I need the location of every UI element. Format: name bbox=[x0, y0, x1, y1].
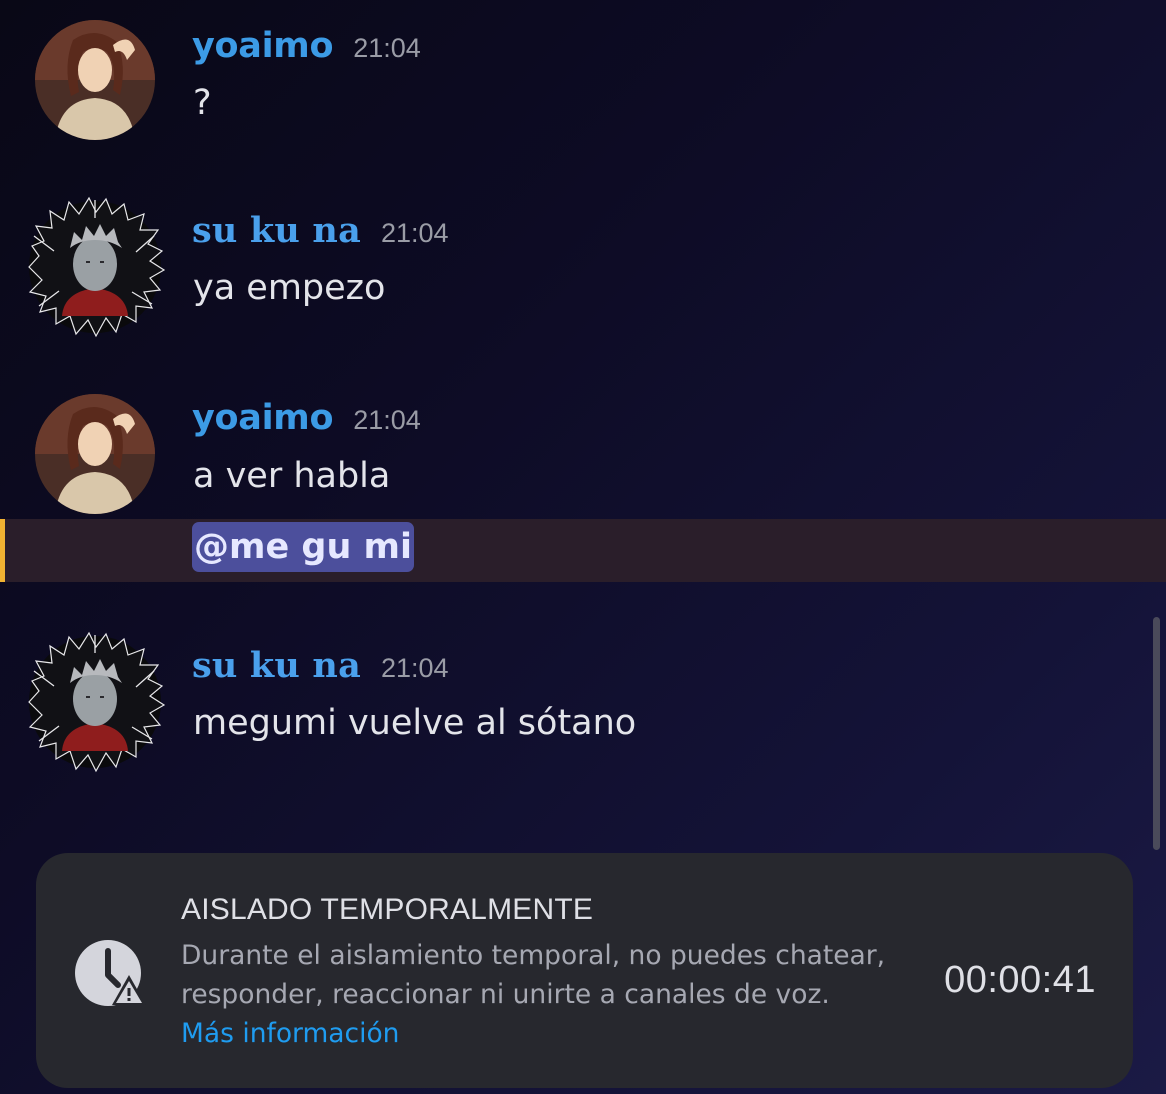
message-2: su ku na 21:04 ya empezo bbox=[0, 190, 1140, 340]
message-1: yoaimo 21:04 ? bbox=[0, 0, 1140, 150]
timeout-title: AISLADO TEMPORALMENTE bbox=[181, 893, 594, 926]
user-mention[interactable]: @me gu mi bbox=[192, 522, 415, 572]
timeout-notice: AISLADO TEMPORALMENTE Durante el aislami… bbox=[36, 853, 1133, 1088]
clock-warning-icon bbox=[74, 939, 146, 1011]
mention-highlight-row bbox=[0, 519, 1166, 582]
timeout-description-text: Durante el aislamiento temporal, no pued… bbox=[181, 940, 886, 1010]
message-4: su ku na 21:04 megumi vuelve al sótano bbox=[0, 625, 1140, 785]
username[interactable]: yoaimo bbox=[192, 26, 334, 66]
avatar[interactable] bbox=[35, 20, 155, 140]
message-text: a ver habla bbox=[193, 456, 391, 496]
timeout-description: Durante el aislamiento temporal, no pued… bbox=[181, 936, 891, 1053]
avatar[interactable] bbox=[24, 631, 166, 773]
timestamp: 21:04 bbox=[353, 405, 421, 435]
more-info-link[interactable]: Más información bbox=[181, 1018, 399, 1049]
scrollbar[interactable] bbox=[1153, 617, 1160, 850]
message-text: ? bbox=[193, 83, 212, 123]
username[interactable]: su ku na bbox=[192, 210, 361, 251]
mention-highlight-bar bbox=[0, 519, 5, 582]
username[interactable]: yoaimo bbox=[192, 398, 334, 438]
message-text: ya empezo bbox=[193, 268, 386, 308]
avatar[interactable] bbox=[24, 196, 166, 338]
username[interactable]: su ku na bbox=[192, 645, 361, 686]
timestamp: 21:04 bbox=[380, 218, 449, 248]
timestamp: 21:04 bbox=[353, 33, 421, 63]
message-text: megumi vuelve al sótano bbox=[193, 703, 637, 743]
timeout-timer: 00:00:41 bbox=[944, 959, 1096, 1001]
timestamp: 21:04 bbox=[380, 653, 449, 683]
avatar[interactable] bbox=[35, 394, 155, 514]
